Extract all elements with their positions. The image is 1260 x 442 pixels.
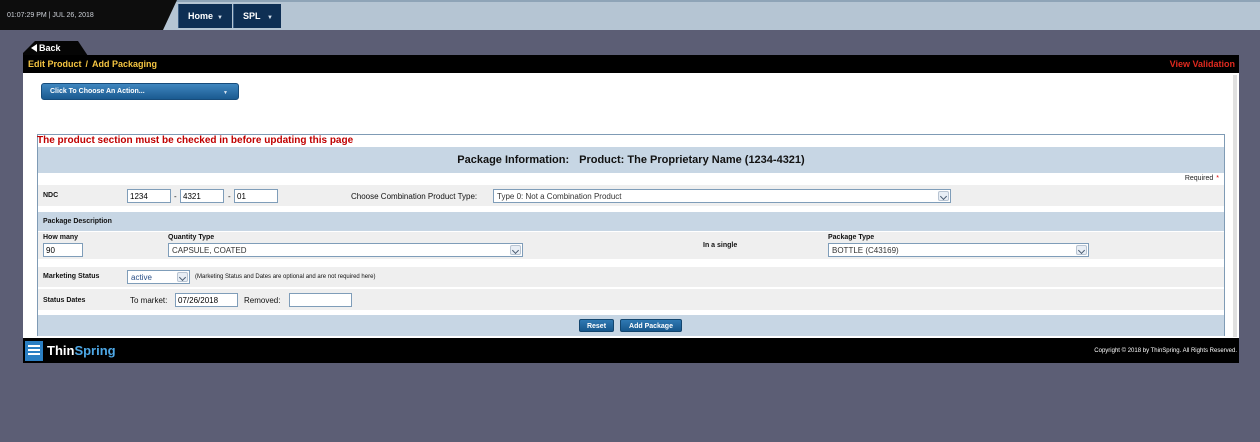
to-market-label: To market: (130, 296, 168, 305)
package-description-label: Package Description (43, 218, 112, 225)
how-many-input[interactable]: 90 (43, 243, 83, 257)
status-dates-row: Status Dates To market: 07/26/2018 Remov… (38, 288, 1224, 310)
quantity-type-value: CAPSULE, COATED (172, 246, 247, 255)
checkin-warning: The product section must be checked in b… (37, 135, 354, 146)
nav-spl-menu[interactable]: SPL ▼ (233, 4, 281, 28)
breadcrumb-edit-product[interactable]: Edit Product (28, 59, 82, 69)
logo-text-thin: Thin (47, 343, 75, 358)
datetime-display: 01:07:29 PM | JUL 26, 2018 (0, 0, 177, 30)
required-label: Required (1184, 175, 1214, 182)
logo-text: ThinSpring (47, 343, 116, 358)
caret-down-icon: ▼ (223, 90, 228, 96)
ndc-labeler-input[interactable]: 1234 (127, 189, 171, 203)
package-description-row: How many 90 Quantity Type CAPSULE, COATE… (38, 231, 1224, 259)
removed-date-input[interactable] (289, 293, 352, 307)
how-many-label: How many (43, 234, 79, 241)
combination-type-select[interactable]: Type 0: Not a Combination Product (493, 189, 951, 203)
package-info-product: Product: The Proprietary Name (1234-4321… (579, 154, 805, 166)
ndc-dash-1: - (174, 192, 177, 201)
marketing-status-label: Marketing Status (43, 273, 100, 280)
top-bar-accent (0, 0, 1260, 2)
chevron-down-icon (1076, 245, 1087, 255)
back-label: Back (39, 43, 61, 53)
breadcrumb-bar: Edit Product / Add Packaging View Validati… (23, 55, 1239, 73)
caret-down-icon: ▼ (217, 15, 223, 21)
back-button[interactable]: Back (23, 41, 88, 56)
logo-mark-icon (25, 341, 43, 361)
package-type-select[interactable]: BOTTLE (C43169) (828, 243, 1089, 257)
form-actions-bar: Reset Add Package (38, 315, 1224, 336)
view-validation-link[interactable]: View Validation (1170, 59, 1235, 69)
nav-home-label: Home (188, 11, 214, 21)
caret-down-icon: ▼ (267, 15, 273, 21)
back-arrow-icon (31, 44, 37, 52)
ndc-dash-2: - (228, 192, 231, 201)
chevron-down-icon (510, 245, 521, 255)
combination-type-label: Choose Combination Product Type: (351, 192, 478, 201)
required-star: * (1216, 175, 1219, 182)
reset-button[interactable]: Reset (579, 319, 614, 332)
package-description-header: Package Description (38, 212, 1224, 231)
package-type-value: BOTTLE (C43169) (832, 246, 899, 255)
breadcrumb-current: Add Packaging (92, 59, 158, 69)
marketing-status-row: Marketing Status active (Marketing Statu… (38, 266, 1224, 287)
package-info-header: Package Information: Product: The Proprie… (38, 147, 1224, 173)
breadcrumb-separator: / (85, 59, 89, 69)
quantity-type-label: Quantity Type (168, 234, 215, 241)
thinspring-logo: ThinSpring (25, 341, 135, 361)
chevron-down-icon (938, 191, 949, 201)
add-package-button[interactable]: Add Package (620, 319, 682, 332)
marketing-status-value: active (131, 273, 152, 282)
ndc-package-input[interactable]: 01 (234, 189, 278, 203)
ndc-row: NDC 1234 - 4321 - 01 Choose Combination … (38, 184, 1224, 206)
main-container: Edit Product / Add Packaging View Validati… (23, 55, 1239, 363)
in-a-single-label: In a single (703, 242, 738, 249)
package-type-label: Package Type (828, 234, 875, 241)
footer-bar: ThinSpring Copyright © 2018 by ThinSprin… (23, 338, 1239, 363)
package-panel: The product section must be checked in b… (37, 134, 1225, 336)
chevron-down-icon (177, 272, 188, 282)
marketing-status-select[interactable]: active (127, 270, 190, 284)
status-dates-label: Status Dates (43, 297, 86, 304)
breadcrumb: Edit Product / Add Packaging (28, 59, 157, 69)
to-market-date-input[interactable]: 07/26/2018 (175, 293, 238, 307)
removed-label: Removed: (244, 296, 281, 305)
package-info-heading: Package Information: (457, 154, 570, 166)
quantity-type-select[interactable]: CAPSULE, COATED (168, 243, 523, 257)
action-menu-label: Click To Choose An Action... (50, 88, 145, 95)
ndc-label: NDC (43, 192, 59, 199)
logo-text-spring: Spring (74, 343, 116, 358)
nav-home-menu[interactable]: Home ▼ (178, 4, 232, 28)
combination-type-value: Type 0: Not a Combination Product (497, 192, 622, 201)
top-bar: 01:07:29 PM | JUL 26, 2018 Home ▼ SPL ▼ (0, 0, 1260, 30)
action-menu-button[interactable]: Click To Choose An Action... ▼ (41, 83, 239, 100)
nav-spl-label: SPL (243, 11, 261, 21)
required-note: Required * (1185, 175, 1219, 182)
ndc-product-input[interactable]: 4321 (180, 189, 224, 203)
scrollbar[interactable] (1233, 75, 1237, 337)
marketing-status-note: (Marketing Status and Dates are optional… (195, 274, 376, 280)
copyright: Copyright © 2018 by ThinSpring. All Righ… (1094, 348, 1237, 354)
